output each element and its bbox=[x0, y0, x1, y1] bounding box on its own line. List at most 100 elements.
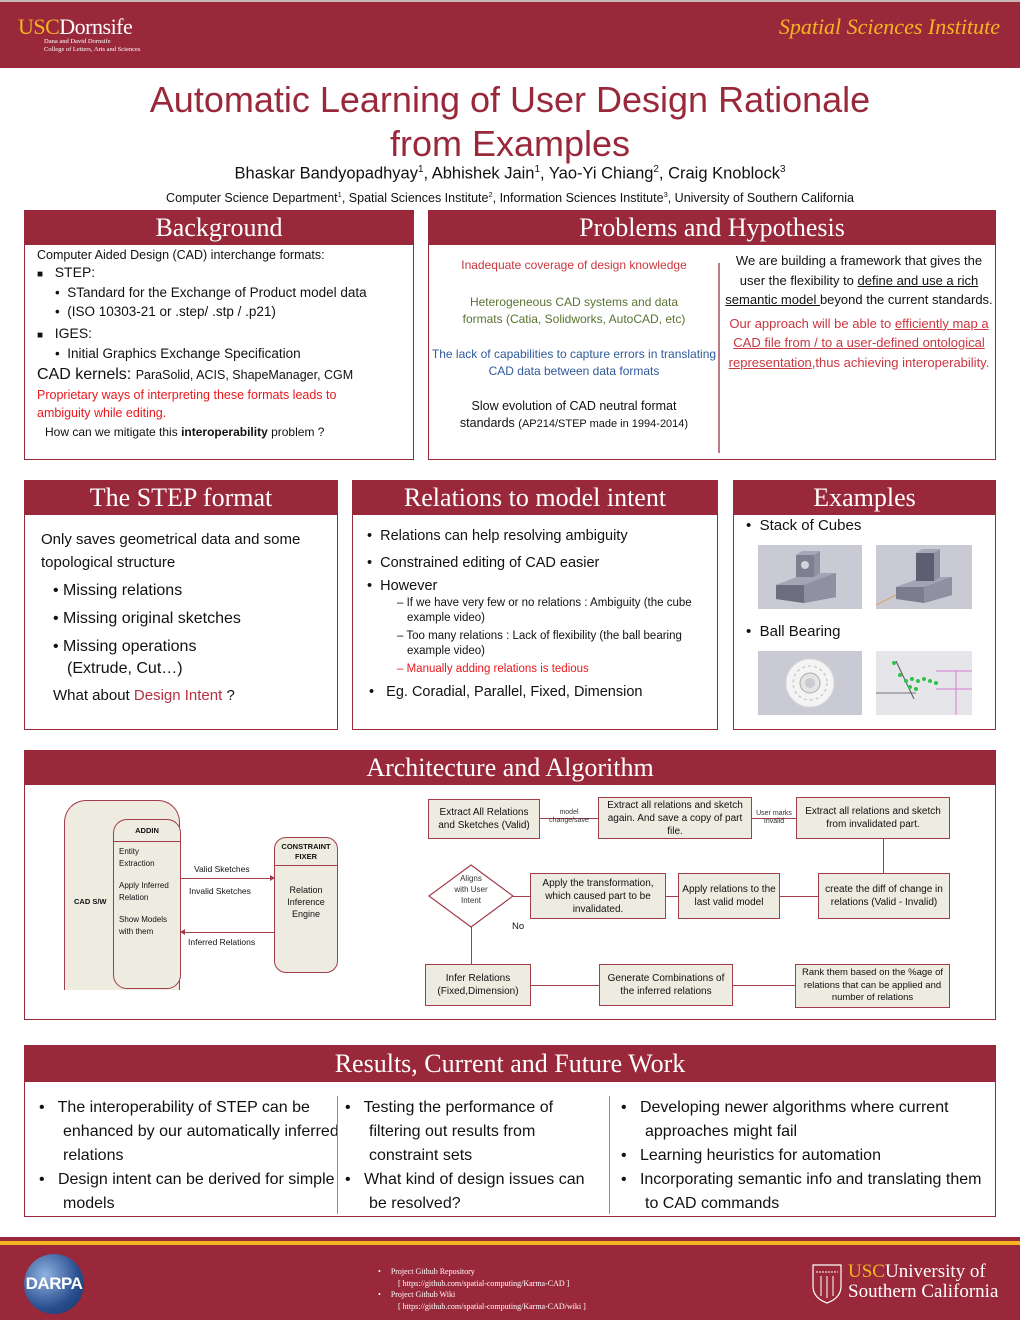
relations-example-text: Eg. Coradial, Parallel, Fixed, Dimension bbox=[386, 683, 643, 700]
flow-arrow bbox=[512, 896, 530, 897]
darpa-logo-text: DARPA bbox=[25, 1274, 83, 1293]
wiki-link-label[interactable]: Project Github Wiki bbox=[391, 1290, 455, 1299]
logo-sub-line2: College of Letters, Arts and Sciences bbox=[44, 46, 141, 53]
footer-links: • Project Github Repository [ https://gi… bbox=[378, 1266, 586, 1312]
addin-item: Apply Inferred Relation bbox=[119, 881, 169, 902]
flow-label-model-change: model change/save bbox=[549, 809, 589, 824]
results-item-text: Design intent can be derived for simple … bbox=[57, 1171, 335, 1212]
step-label-row: ■ STEP: bbox=[37, 264, 96, 280]
cube-example-image-1[interactable] bbox=[758, 545, 862, 609]
bearing-example-image-2[interactable] bbox=[876, 651, 972, 715]
design-intent-question: What about Design Intent ? bbox=[41, 684, 337, 707]
cad-kernels: CAD kernels: ParaSolid, ACIS, ShapeManag… bbox=[37, 364, 413, 386]
author-name: Bhaskar Bandyopadhyay bbox=[234, 164, 418, 183]
design-intent-text: Design Intent bbox=[133, 687, 223, 704]
relations-item: • Relations can help resolving ambiguity bbox=[367, 528, 628, 544]
relations-item: • However bbox=[367, 578, 438, 594]
bearing-example-image-1[interactable] bbox=[758, 651, 862, 715]
relations-heading: Relations to model intent bbox=[353, 481, 717, 515]
hypothesis-1: We are building a framework that gives t… bbox=[725, 251, 993, 310]
question-post: problem ? bbox=[267, 425, 325, 439]
example-item-cubes: • Stack of Cubes bbox=[746, 517, 862, 534]
relations-item-text: Relations can help resolving ambiguity bbox=[380, 528, 628, 544]
problem-1: Inadequate coverage of design knowledge bbox=[461, 258, 687, 272]
kernels-label: CAD kernels: bbox=[37, 366, 132, 383]
step-label: STEP: bbox=[54, 264, 96, 280]
results-item-text: Testing the performance of filtering out… bbox=[363, 1099, 554, 1164]
relations-example: • Eg. Coradial, Parallel, Fixed, Dimensi… bbox=[369, 683, 643, 700]
hypothesis-2a: Our approach will be able to bbox=[729, 315, 895, 331]
background-warning: Proprietary ways of interpreting these f… bbox=[37, 388, 337, 420]
results-item: • The interoperability of STEP can be en… bbox=[39, 1099, 339, 1164]
wiki-link-url[interactable]: [ https://github.com/spatial-computing/K… bbox=[378, 1301, 586, 1313]
results-heading: Results, Current and Future Work bbox=[25, 1046, 995, 1082]
step-format-item: • Missing relations bbox=[53, 582, 183, 599]
example-item-text: Stack of Cubes bbox=[759, 517, 862, 534]
column-divider bbox=[337, 1096, 338, 1214]
decision-no-label: No bbox=[512, 921, 525, 932]
question-pre: What about bbox=[53, 687, 134, 704]
step-format-item: • Missing original sketches bbox=[53, 609, 241, 627]
inferred-relations-label: Inferred Relations bbox=[188, 937, 256, 947]
affiliation-sup: 1 bbox=[337, 190, 342, 199]
step-format-heading: The STEP format bbox=[25, 481, 337, 515]
footer-link-item: • Project Github Repository bbox=[378, 1267, 475, 1276]
flow-label-user-marks: User marks Invalid bbox=[756, 810, 792, 825]
iges-label-row: ■ IGES: bbox=[37, 325, 93, 341]
flow-box-apply-relations: Apply relations to the last valid model bbox=[678, 873, 780, 919]
iges-label: IGES: bbox=[54, 325, 93, 341]
affiliation-sup: 2 bbox=[488, 190, 493, 199]
relations-subitem-text: If we have very few or no relations : Am… bbox=[406, 597, 692, 624]
step-item-text: STandard for the Exchange of Product mod… bbox=[67, 285, 367, 300]
problem-4-line2: standards bbox=[459, 416, 519, 430]
relations-subitem-text: Too many relations : Lack of flexibility… bbox=[406, 630, 682, 657]
addin-label: ADDIN bbox=[114, 820, 180, 842]
results-item: • Testing the performance of filtering o… bbox=[345, 1099, 554, 1164]
relations-subitem-red: – Manually adding relations is tedious bbox=[397, 663, 589, 675]
flow-box-infer-relations: Infer Relations (Fixed,Dimension) bbox=[425, 964, 531, 1006]
author-name: Craig Knoblock bbox=[668, 164, 780, 183]
problem-4-line1: Slow evolution of CAD neutral format bbox=[471, 399, 677, 413]
column-divider bbox=[609, 1096, 610, 1214]
results-item: • Learning heuristics for automation bbox=[621, 1147, 881, 1164]
poster-title-line2: from Examples bbox=[389, 123, 631, 164]
author-sup: 3 bbox=[779, 164, 786, 175]
kernels-value: ParaSolid, ACIS, ShapeManager, CGM bbox=[135, 368, 354, 382]
arrow-head bbox=[270, 875, 275, 881]
addin-item: Entity Extraction bbox=[119, 847, 155, 868]
results-item: • Developing newer algorithms where curr… bbox=[621, 1099, 949, 1140]
flow-arrow bbox=[733, 985, 795, 986]
step-item: • (ISO 10303-21 or .step/ .stp / .p21) bbox=[55, 304, 276, 319]
flow-arrow bbox=[471, 927, 472, 965]
architecture-heading: Architecture and Algorithm bbox=[25, 751, 995, 785]
constraint-fixer-label: CONSTRAINT FIXER bbox=[275, 838, 337, 866]
usc-logo-sc: Southern California bbox=[848, 1281, 999, 1302]
problems-heading: Problems and Hypothesis bbox=[429, 211, 995, 245]
results-item-text: What kind of design issues can be resolv… bbox=[363, 1171, 585, 1212]
results-panel: Results, Current and Future Work • The i… bbox=[24, 1045, 996, 1217]
author-list: Bhaskar Bandyopadhyay1, Abhishek Jain1, … bbox=[234, 164, 786, 183]
column-divider bbox=[718, 263, 720, 453]
engine-label: Relation Inference Engine bbox=[287, 885, 325, 919]
cube-example-image-2[interactable] bbox=[876, 545, 972, 609]
relations-item-text: However bbox=[380, 578, 438, 594]
author-sup: 2 bbox=[653, 164, 659, 175]
constraint-fixer-box: CONSTRAINT FIXER Relation Inference Engi… bbox=[274, 837, 338, 973]
flow-box-generate-combinations: Generate Combinations of the inferred re… bbox=[599, 964, 733, 1006]
step-format-panel: The STEP format Only saves geometrical d… bbox=[24, 480, 338, 730]
examples-panel: Examples • Stack of Cubes • Ball Bearing bbox=[733, 480, 996, 730]
relations-subitem: – If we have very few or no relations : … bbox=[397, 597, 692, 624]
valid-sketches-label: Valid Sketches bbox=[194, 864, 250, 874]
results-item: • What kind of design issues can be reso… bbox=[345, 1171, 585, 1212]
step-format-item-text: Missing relations bbox=[63, 582, 183, 599]
valid-sketches-arrow bbox=[181, 878, 274, 879]
repo-link-label[interactable]: Project Github Repository bbox=[391, 1267, 475, 1276]
examples-heading: Examples bbox=[734, 481, 995, 515]
inferred-relations-arrow bbox=[181, 932, 274, 933]
problems-panel: Problems and Hypothesis Inadequate cover… bbox=[428, 210, 996, 460]
results-item-text: Incorporating semantic info and translat… bbox=[639, 1171, 982, 1212]
footer-link-item: • Project Github Wiki bbox=[378, 1290, 456, 1299]
author-name: Abhishek Jain bbox=[431, 164, 535, 183]
repo-link-url[interactable]: [ https://github.com/spatial-computing/K… bbox=[378, 1278, 586, 1290]
step-format-intro: Only saves geometrical data and some top… bbox=[41, 531, 301, 571]
